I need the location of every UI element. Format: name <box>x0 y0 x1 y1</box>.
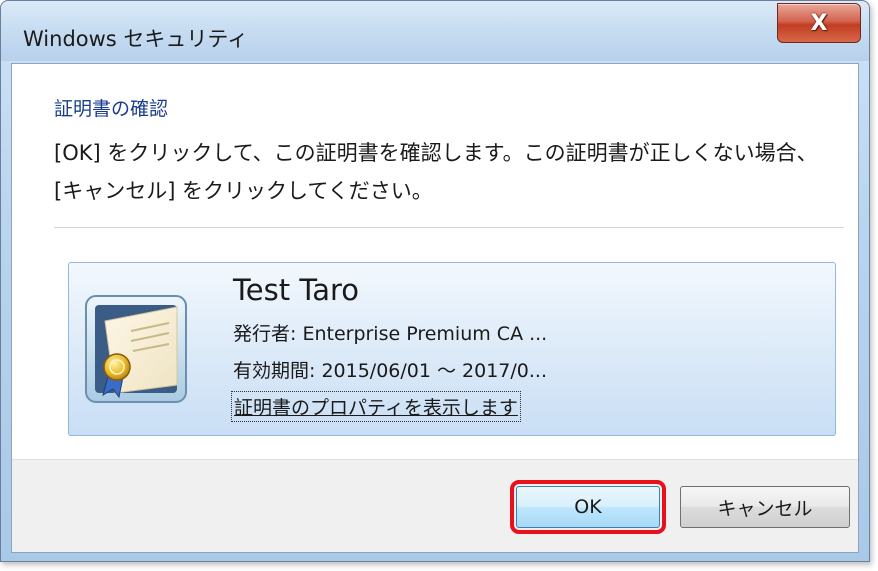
dialog-content: 証明書の確認 [OK] をクリックして、この証明書を確認します。この証明書が正し… <box>11 63 859 553</box>
security-dialog-window: Windows セキュリティ X 証明書の確認 [OK] をクリックして、この証… <box>0 0 870 562</box>
view-certificate-properties-link[interactable]: 証明書のプロパティを表示します <box>231 391 521 422</box>
title-bar[interactable]: Windows セキュリティ X <box>1 1 869 61</box>
dialog-footer: OK キャンセル <box>12 459 858 552</box>
dialog-message: [OK] をクリックして、この証明書を確認します。この証明書が正しくない場合、[… <box>54 141 818 203</box>
certificate-subject-name: Test Taro <box>233 273 360 307</box>
divider <box>54 227 844 228</box>
dialog-heading: 証明書の確認 <box>54 98 169 120</box>
certificate-panel[interactable]: Test Taro 発行者: Enterprise Premium CA ...… <box>68 262 836 436</box>
certificate-validity: 有効期間: 2015/06/01 ～ 2017/0... <box>233 360 547 382</box>
window-title: Windows セキュリティ <box>23 27 249 51</box>
certificate-icon <box>85 295 187 403</box>
ok-button[interactable]: OK <box>510 480 666 534</box>
cancel-button[interactable]: キャンセル <box>680 486 850 528</box>
certificate-issuer: 発行者: Enterprise Premium CA ... <box>233 323 548 345</box>
close-icon: X <box>810 10 828 36</box>
close-button[interactable]: X <box>777 3 861 43</box>
